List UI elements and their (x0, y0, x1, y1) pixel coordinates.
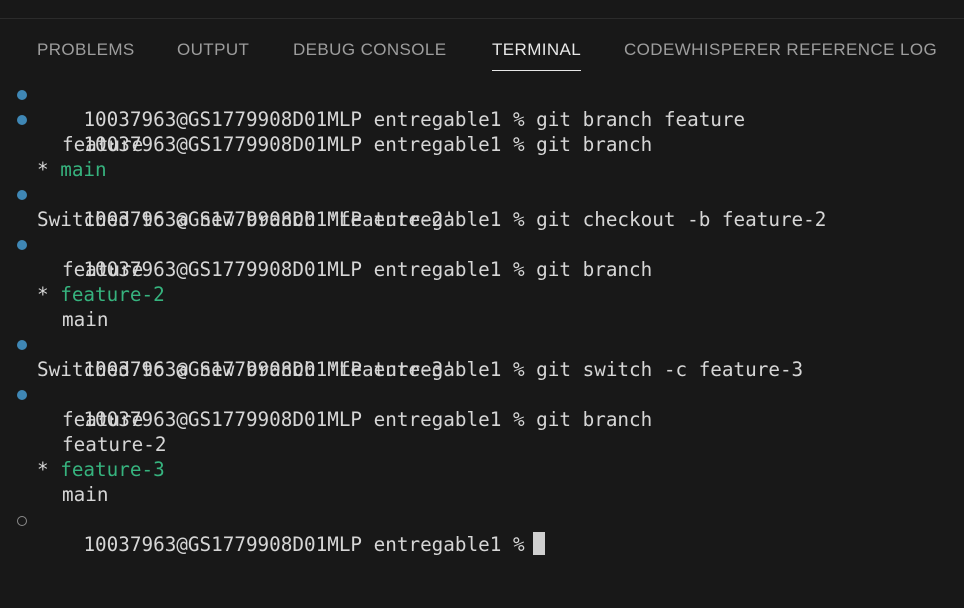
command-success-dot-icon[interactable] (17, 115, 27, 125)
command-pending-dot-icon[interactable] (17, 515, 27, 526)
terminal-output-line: Switched to a new branch 'feature-2' (37, 208, 455, 231)
current-branch-marker: * (37, 458, 49, 481)
terminal-output-line: feature-2 (62, 433, 167, 456)
terminal-line: 10037963@GS1779908D01MLP entregable1 % g… (0, 332, 964, 381)
current-branch-name: feature-2 (60, 283, 165, 306)
terminal-prompt: 10037963@GS1779908D01MLP entregable1 % (83, 533, 525, 556)
tab-terminal[interactable]: TERMINAL (492, 39, 582, 71)
tab-output[interactable]: OUTPUT (177, 39, 249, 69)
command-success-dot-icon[interactable] (17, 90, 27, 100)
current-branch-marker: * (37, 158, 49, 181)
terminal-output-line: feature (62, 133, 144, 156)
terminal-output-line: Switched to a new branch 'feature-3' (37, 358, 455, 381)
command-success-dot-icon[interactable] (17, 340, 27, 350)
terminal-line: 10037963@GS1779908D01MLP entregable1 % g… (0, 107, 964, 156)
terminal-output-line: feature (62, 408, 144, 431)
panel-tab-bar: PROBLEMS OUTPUT DEBUG CONSOLE TERMINAL C… (0, 19, 964, 81)
terminal-output-line: main (62, 483, 109, 506)
terminal-output[interactable]: 10037963@GS1779908D01MLP entregable1 % g… (0, 82, 964, 556)
terminal-line: 10037963@GS1779908D01MLP entregable1 % g… (0, 382, 964, 431)
current-branch-name: feature-3 (60, 458, 165, 481)
tab-debug-console[interactable]: DEBUG CONSOLE (293, 39, 447, 69)
tab-codewhisperer-reference-log[interactable]: CODEWHISPERER REFERENCE LOG (624, 39, 937, 69)
terminal-output-line: * feature-2 (0, 282, 964, 307)
terminal-output-line: main (62, 308, 109, 331)
terminal-line: 10037963@GS1779908D01MLP entregable1 % g… (0, 182, 964, 231)
tab-problems[interactable]: PROBLEMS (37, 39, 135, 69)
current-branch-marker: * (37, 283, 49, 306)
terminal-line: 10037963@GS1779908D01MLP entregable1 % g… (0, 232, 964, 281)
terminal-output-line: feature (62, 258, 144, 281)
command-success-dot-icon[interactable] (17, 240, 27, 250)
terminal-cursor (532, 532, 545, 555)
command-success-dot-icon[interactable] (17, 190, 27, 200)
terminal-active-prompt-line[interactable]: 10037963@GS1779908D01MLP entregable1 % (0, 507, 964, 556)
editor-top-strip (0, 0, 964, 19)
terminal-output-line: * feature-3 (0, 457, 964, 482)
current-branch-name: main (60, 158, 107, 181)
terminal-output-line: * main (0, 157, 964, 182)
terminal-line: 10037963@GS1779908D01MLP entregable1 % g… (0, 82, 964, 131)
command-success-dot-icon[interactable] (17, 390, 27, 400)
